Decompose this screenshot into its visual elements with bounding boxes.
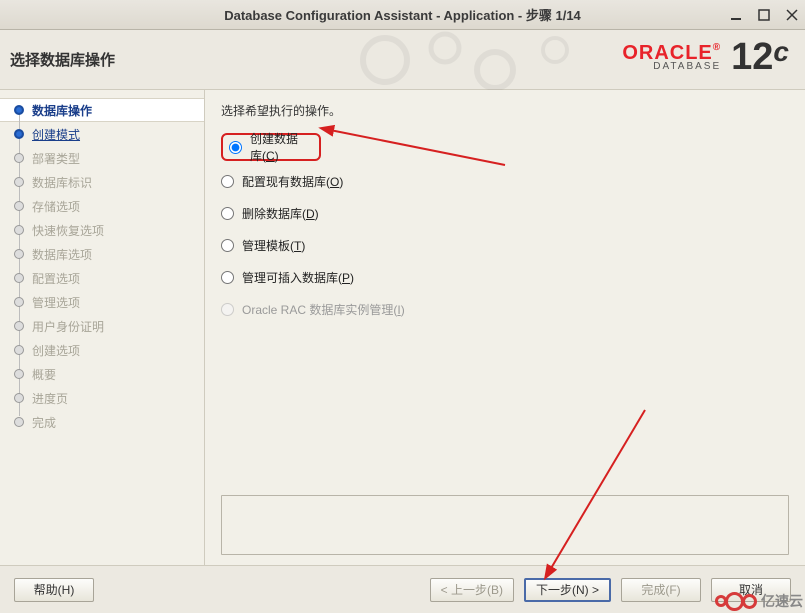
step-dot-icon — [14, 225, 24, 235]
window-titlebar: Database Configuration Assistant - Appli… — [0, 0, 805, 30]
operation-option-0[interactable]: 创建数据库(C) — [221, 133, 789, 165]
finish-button[interactable]: 完成(F) — [621, 578, 701, 602]
step-dot-icon — [14, 417, 24, 427]
step-item-5: 快速恢复选项 — [0, 218, 204, 242]
operation-radio-group: 创建数据库(C) 配置现有数据库(O) 删除数据库(D) 管理模板(T) 管理可插入数据… — [221, 133, 789, 325]
wizard-body: 数据库操作创建模式部署类型数据库标识存储选项快速恢复选项数据库选项配置选项管理选… — [0, 90, 805, 565]
operation-radio-3[interactable] — [221, 239, 234, 252]
oracle-brand: ORACLE® DATABASE 12c — [622, 38, 789, 76]
operation-label: 管理可插入数据库(P) — [242, 269, 354, 286]
operation-label: 配置现有数据库(O) — [242, 173, 343, 190]
step-label: 数据库标识 — [32, 174, 92, 191]
step-item-4: 存储选项 — [0, 194, 204, 218]
operation-option-1[interactable]: 配置现有数据库(O) — [221, 165, 789, 197]
step-item-1[interactable]: 创建模式 — [0, 122, 204, 146]
step-item-13: 完成 — [0, 410, 204, 434]
operation-label: 删除数据库(D) — [242, 205, 319, 222]
wizard-footer: 帮助(H) < 上一步(B) 下一步(N) > 完成(F) 取消 — [0, 565, 805, 613]
step-item-10: 创建选项 — [0, 338, 204, 362]
step-dot-icon — [14, 153, 24, 163]
step-label: 存储选项 — [32, 198, 80, 215]
step-item-9: 用户身份证明 — [0, 314, 204, 338]
operation-radio-4[interactable] — [221, 271, 234, 284]
step-dot-icon — [14, 105, 24, 115]
step-dot-icon — [14, 297, 24, 307]
step-label: 创建选项 — [32, 342, 80, 359]
step-label: 进度页 — [32, 390, 68, 407]
operation-label: Oracle RAC 数据库实例管理(I) — [242, 301, 405, 318]
step-item-3: 数据库标识 — [0, 170, 204, 194]
next-button[interactable]: 下一步(N) > — [524, 578, 611, 602]
step-item-7: 配置选项 — [0, 266, 204, 290]
step-item-8: 管理选项 — [0, 290, 204, 314]
step-label: 数据库选项 — [32, 246, 92, 263]
brand-version: 12c — [731, 38, 789, 76]
step-label: 完成 — [32, 414, 56, 431]
header-gears-decoration — [345, 30, 605, 90]
help-button[interactable]: 帮助(H) — [14, 578, 94, 602]
page-title: 选择数据库操作 — [10, 49, 115, 70]
step-label: 用户身份证明 — [32, 318, 104, 335]
step-dot-icon — [14, 201, 24, 211]
back-button[interactable]: < 上一步(B) — [430, 578, 514, 602]
step-label: 数据库操作 — [32, 102, 92, 119]
wizard-steps-sidebar: 数据库操作创建模式部署类型数据库标识存储选项快速恢复选项数据库选项配置选项管理选… — [0, 90, 205, 565]
operation-radio-0[interactable] — [229, 141, 242, 154]
maximize-button[interactable] — [757, 8, 771, 22]
step-item-6: 数据库选项 — [0, 242, 204, 266]
step-item-12: 进度页 — [0, 386, 204, 410]
operation-option-5: Oracle RAC 数据库实例管理(I) — [221, 293, 789, 325]
step-item-2: 部署类型 — [0, 146, 204, 170]
instruction-text: 选择希望执行的操作。 — [221, 102, 789, 119]
operation-option-2[interactable]: 删除数据库(D) — [221, 197, 789, 229]
step-item-0[interactable]: 数据库操作 — [0, 98, 204, 122]
close-button[interactable] — [785, 8, 799, 22]
step-item-11: 概要 — [0, 362, 204, 386]
operation-option-4[interactable]: 管理可插入数据库(P) — [221, 261, 789, 293]
operation-label: 管理模板(T) — [242, 237, 305, 254]
step-dot-icon — [14, 393, 24, 403]
step-label: 创建模式 — [32, 126, 80, 143]
step-dot-icon — [14, 273, 24, 283]
wizard-header: 选择数据库操作 ORACLE® DATABASE 12c — [0, 30, 805, 90]
window-title: Database Configuration Assistant - Appli… — [8, 5, 797, 24]
operation-radio-2[interactable] — [221, 207, 234, 220]
step-label: 配置选项 — [32, 270, 80, 287]
brand-oracle-text: ORACLE® — [622, 43, 721, 63]
step-dot-icon — [14, 345, 24, 355]
option-highlight: 创建数据库(C) — [221, 133, 321, 161]
step-label: 快速恢复选项 — [32, 222, 104, 239]
annotation-arrow-bottom — [535, 400, 655, 583]
step-label: 管理选项 — [32, 294, 80, 311]
step-dot-icon — [14, 249, 24, 259]
step-dot-icon — [14, 129, 24, 139]
minimize-button[interactable] — [729, 8, 743, 22]
watermark: 亿速云 — [715, 591, 803, 611]
message-area — [221, 495, 789, 555]
step-dot-icon — [14, 177, 24, 187]
operation-radio-1[interactable] — [221, 175, 234, 188]
operation-option-3[interactable]: 管理模板(T) — [221, 229, 789, 261]
step-label: 部署类型 — [32, 150, 80, 167]
step-label: 概要 — [32, 366, 56, 383]
step-dot-icon — [14, 321, 24, 331]
operation-radio-5 — [221, 303, 234, 316]
wizard-content: 选择希望执行的操作。 创建数据库(C) 配置现有数据库(O) 删除数据库(D) 管理模… — [205, 90, 805, 565]
operation-label: 创建数据库(C) — [250, 130, 309, 164]
step-dot-icon — [14, 369, 24, 379]
